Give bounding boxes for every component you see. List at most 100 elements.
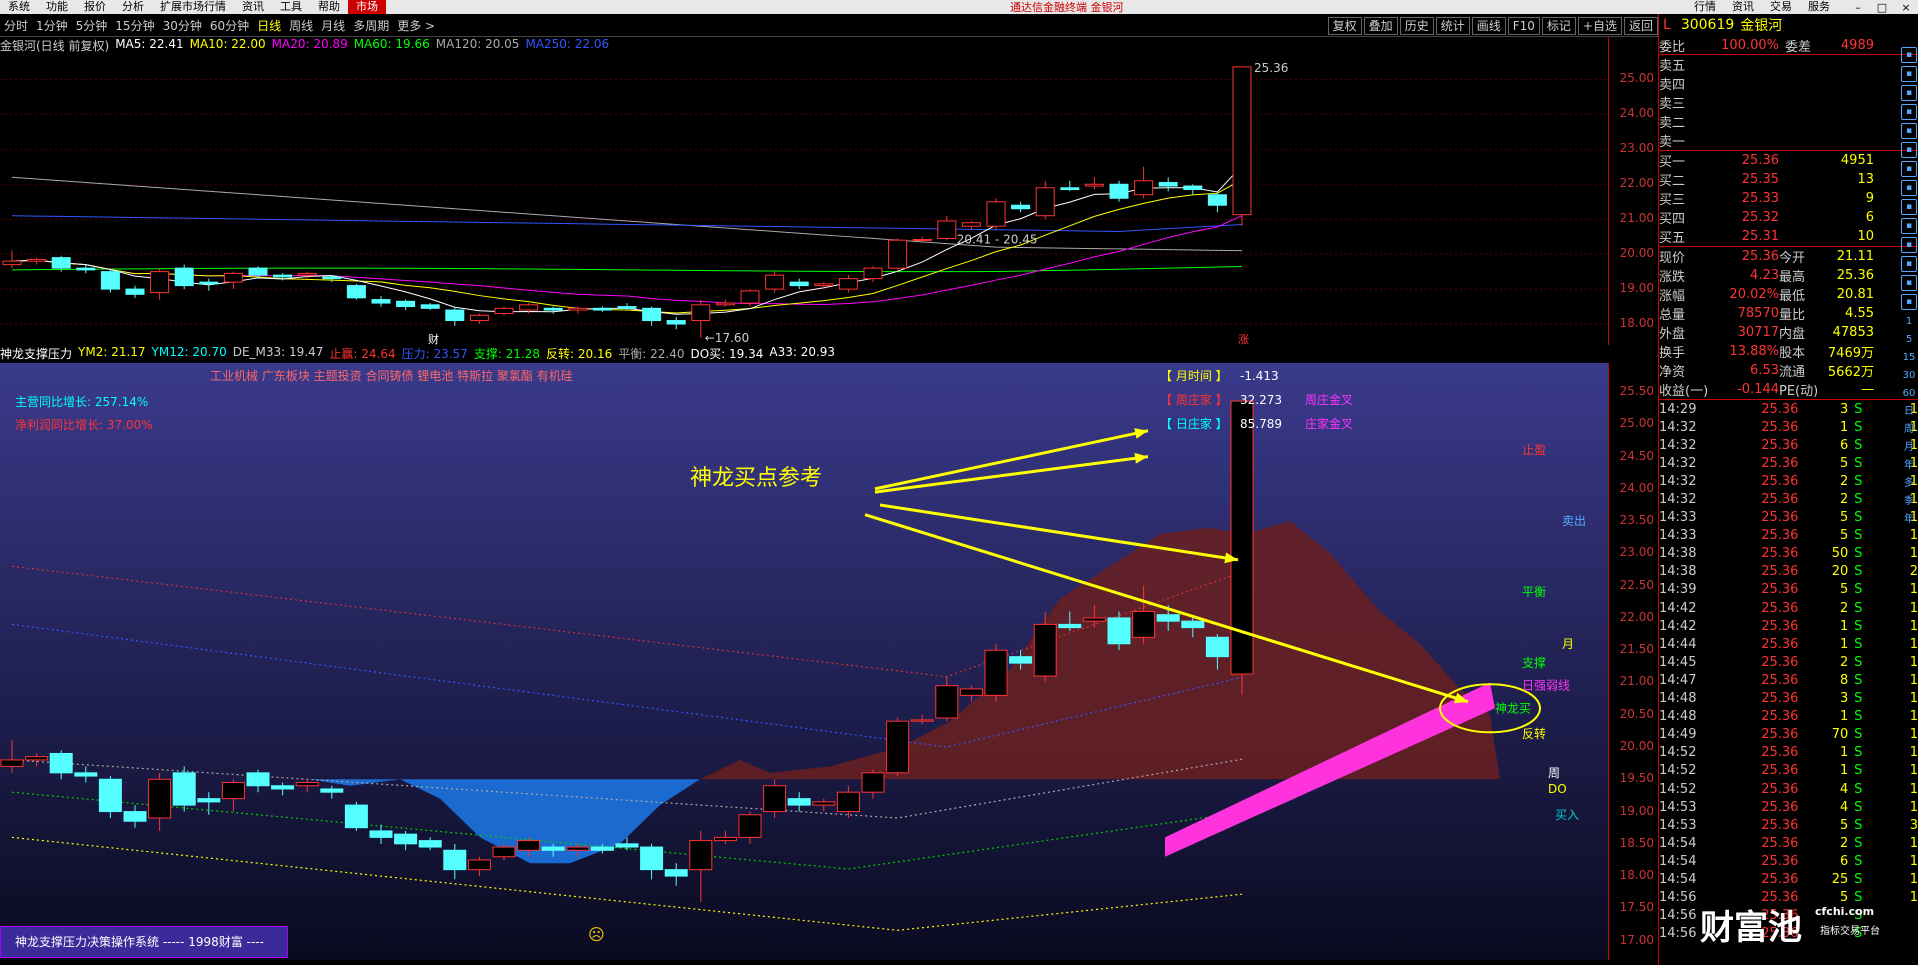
tick-row: 14:33 25.36 5 S 1 (1659, 509, 1918, 527)
stat-label: 换手 (1659, 346, 1686, 361)
menu-right-service[interactable]: 服务 (1800, 0, 1838, 14)
side-period-label[interactable]: 年 (1900, 511, 1918, 529)
side-period-label[interactable]: 30 (1900, 367, 1918, 385)
stat-label: 现价 (1659, 251, 1686, 266)
candle-body (273, 274, 293, 278)
ma-legend-item: MA250: 22.06 (525, 37, 610, 51)
buy-row[interactable]: 买四 25.32 6 (1659, 208, 1918, 227)
f10-button[interactable]: F10 (1507, 17, 1540, 35)
side-period-label[interactable]: 日 (1900, 403, 1918, 421)
sell-row[interactable]: 卖五 (1659, 55, 1918, 74)
period-60min[interactable]: 60分钟 (206, 17, 253, 34)
indicator-chart[interactable]: 工业机械 广东板块 主题投资 合同铸债 锂电池 特斯拉 聚氯酯 有机硅主营同比增… (0, 363, 1608, 960)
quote-panel: L 300619 金银河 委比 100.00% 委差 4989 卖五 卖四 卖三 卖二… (1658, 14, 1918, 965)
period-weekly[interactable]: 周线 (285, 17, 317, 34)
doc-icon[interactable]: ▪ (1901, 142, 1917, 158)
menu-item-tools[interactable]: 工具 (272, 0, 310, 14)
back-button[interactable]: 返回 (1623, 17, 1658, 35)
list-icon[interactable]: ▪ (1901, 104, 1917, 120)
period-fenshi[interactable]: 分时 (0, 17, 32, 34)
menu-right-info[interactable]: 资讯 (1724, 0, 1762, 14)
menu-item-quote[interactable]: 报价 (76, 0, 114, 14)
tick-time: 14:32 (1659, 437, 1697, 453)
period-monthly[interactable]: 月线 (317, 17, 349, 34)
line-end-label: 神龙买 (1495, 701, 1531, 715)
history-button[interactable]: 历史 (1399, 17, 1434, 35)
side-period-label[interactable]: 季 (1900, 493, 1918, 511)
menu-item-market[interactable]: 市场 (348, 0, 386, 14)
buy-row[interactable]: 买二 25.35 13 (1659, 170, 1918, 189)
bar-icon[interactable]: ▪ (1901, 123, 1917, 139)
indicator-kv-label: 【 月时间 】 (1160, 369, 1228, 383)
side-period-label[interactable]: 5 (1900, 331, 1918, 349)
tick-price: 25.36 (1761, 492, 1799, 508)
close-icon[interactable]: × (1894, 1, 1918, 14)
tick-count: 1 (1909, 528, 1918, 544)
tick-side: S (1854, 853, 1863, 869)
menu-item-info[interactable]: 资讯 (234, 0, 272, 14)
mark-button[interactable]: 标记 (1541, 17, 1576, 35)
fuquan-button[interactable]: 复权 (1327, 17, 1362, 35)
maximize-icon[interactable]: □ (1870, 1, 1894, 14)
news-icon[interactable]: ▪ (1901, 256, 1917, 272)
menu-item-analysis[interactable]: 分析 (114, 0, 152, 14)
up-icon[interactable]: ▪ (1901, 47, 1917, 63)
side-period-label[interactable]: 15 (1900, 349, 1918, 367)
candle-body (492, 846, 516, 858)
period-more[interactable]: 更多 > (393, 17, 439, 34)
clock-icon[interactable]: ▪ (1901, 294, 1917, 310)
chart-icon[interactable]: ▪ (1901, 85, 1917, 101)
book-label: 买二 (1659, 174, 1686, 189)
period-15min[interactable]: 15分钟 (111, 17, 158, 34)
indicator-legend-item: 平衡: 22.40 (618, 347, 685, 361)
draw-button[interactable]: 画线 (1471, 17, 1506, 35)
indicator-legend-item[interactable]: 神龙支撑压力 (0, 345, 72, 363)
menu-item-function[interactable]: 功能 (38, 0, 76, 14)
indicator-kv-value: 32.273 (1240, 393, 1282, 407)
add-watchlist-button[interactable]: +自选 (1577, 17, 1622, 35)
stats-button[interactable]: 统计 (1435, 17, 1470, 35)
ma-legend: 金银河(日线 前复权) MA5: 22.41 MA10: 22.00 MA20:… (0, 37, 609, 55)
side-period-label[interactable]: 多 (1900, 475, 1918, 493)
side-period-label[interactable]: 周 (1900, 421, 1918, 439)
fund-icon[interactable]: ▪ (1901, 180, 1917, 196)
indicator-legend: 神龙支撑压力 YM2: 21.17 YM12: 20.70 DE_M33: 19.47… (0, 345, 1658, 363)
side-period-label[interactable]: 年 (1900, 457, 1918, 475)
f10-icon[interactable]: ▪ (1901, 199, 1917, 215)
sell-row[interactable]: 卖三 (1659, 93, 1918, 112)
money-icon[interactable]: ▪ (1901, 275, 1917, 291)
buy-row[interactable]: 买五 25.31 10 (1659, 227, 1918, 246)
sell-row[interactable]: 卖四 (1659, 74, 1918, 93)
tick-price: 25.36 (1761, 799, 1799, 815)
menu-item-system[interactable]: 系统 (0, 0, 38, 14)
menu-item-help[interactable]: 帮助 (310, 0, 348, 14)
period-multi[interactable]: 多周期 (349, 17, 393, 34)
candle-body (519, 304, 539, 311)
down-icon[interactable]: ▪ (1901, 66, 1917, 82)
menu-right-trade[interactable]: 交易 (1762, 0, 1800, 14)
side-period-label[interactable]: 月 (1900, 439, 1918, 457)
tick-side: S (1854, 528, 1863, 544)
menu-right-quote[interactable]: 行情 (1686, 0, 1724, 14)
period-daily[interactable]: 日线 (253, 17, 285, 34)
buy-row[interactable]: 买一 25.36 4951 (1659, 151, 1918, 170)
buy-row[interactable]: 买三 25.33 9 (1659, 189, 1918, 208)
price-tick: 24.00 (1619, 480, 1654, 495)
edit-icon[interactable]: ▪ (1901, 218, 1917, 234)
side-period-label[interactable]: 1 (1900, 313, 1918, 331)
overlay-button[interactable]: 叠加 (1363, 17, 1398, 35)
minimize-icon[interactable]: – (1846, 1, 1870, 14)
calc-icon[interactable]: ▪ (1901, 237, 1917, 253)
period-1min[interactable]: 1分钟 (32, 17, 72, 34)
period-5min[interactable]: 5分钟 (72, 17, 112, 34)
menu-item-ext-market[interactable]: 扩展市场行情 (152, 0, 234, 14)
period-30min[interactable]: 30分钟 (159, 17, 206, 34)
sell-row[interactable]: 卖一 (1659, 131, 1918, 150)
side-period-label[interactable]: 60 (1900, 385, 1918, 403)
grid-icon[interactable]: ▪ (1901, 161, 1917, 177)
kline-chart[interactable]: 25.36 20.41 - 20.45 ←17.60 财 涨 (0, 55, 1608, 345)
tick-volume: 50 (1831, 546, 1849, 562)
tick-list[interactable]: 14:29 25.36 3 S 1 14:32 25.36 1 S 1 14:32 25.36 6 S 1 1… (1659, 400, 1918, 943)
tick-volume: 20 (1831, 564, 1849, 580)
sell-row[interactable]: 卖二 (1659, 112, 1918, 131)
